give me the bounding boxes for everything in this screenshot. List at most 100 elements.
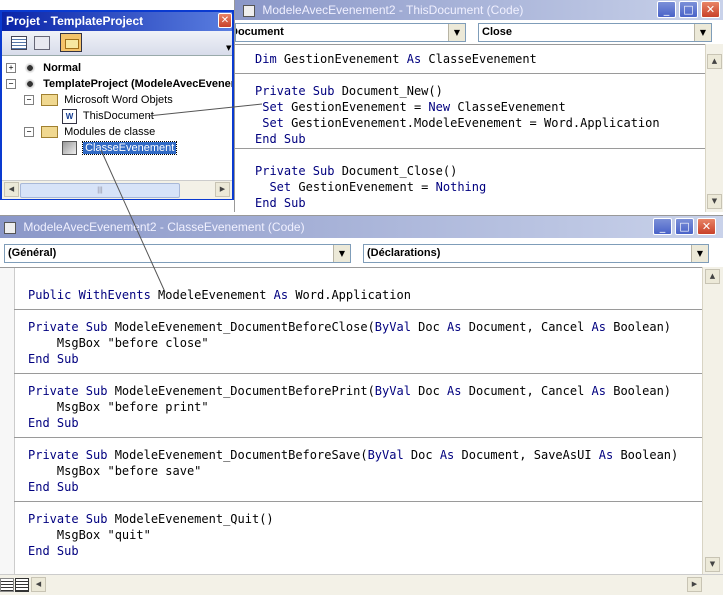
tree-item-label: Modules de classe xyxy=(64,126,156,138)
code-line: MsgBox "quit" xyxy=(28,528,151,542)
thisdocument-close-button[interactable]: ✕ xyxy=(701,1,720,18)
project-explorer-titlebar[interactable]: Projet - TemplateProject xyxy=(2,12,232,31)
folder-icon xyxy=(41,94,59,107)
code-line: End Sub xyxy=(28,416,79,430)
classe-maximize-button[interactable]: □ xyxy=(675,218,694,235)
thisdocument-object-combo-value: Document xyxy=(235,26,284,38)
toggle-folders-icon[interactable] xyxy=(60,33,82,52)
code-line: Set GestionEvenement.ModeleEvenement = W… xyxy=(262,116,660,130)
collapse-icon[interactable]: − xyxy=(24,127,34,138)
code-line: Private Sub Document_Close() xyxy=(255,164,458,178)
scroll-right-icon[interactable]: ▶ xyxy=(215,182,230,197)
classe-object-combo[interactable]: (Général) ▼ xyxy=(4,244,351,263)
tree-item-label: ThisDocument xyxy=(82,110,154,122)
horizontal-scrollbar-track[interactable] xyxy=(47,577,686,592)
code-line: Set GestionEvenement = New ClasseEveneme… xyxy=(262,100,566,114)
tree-item-class-modules[interactable]: − Modules de classe xyxy=(24,124,155,140)
classe-minimize-button[interactable]: _ xyxy=(653,218,672,235)
scroll-up-icon[interactable]: ▲ xyxy=(705,269,720,284)
tree-item-classeevenement[interactable]: ClasseEvenement xyxy=(62,140,178,156)
classe-procedure-combo[interactable]: (Déclarations) ▼ xyxy=(363,244,709,263)
chevron-down-icon[interactable]: ▼ xyxy=(333,245,350,262)
thisdocument-object-combo[interactable]: Document ▼ xyxy=(235,23,466,42)
project-icon xyxy=(23,78,38,91)
tree-item-thisdocument[interactable]: W ThisDocument xyxy=(62,108,154,124)
code-line: Dim GestionEvenement As ClasseEvenement xyxy=(255,52,537,66)
collapse-icon[interactable]: − xyxy=(24,95,34,106)
project-explorer-close-button[interactable]: ✕ xyxy=(218,13,232,28)
classe-window-icon xyxy=(4,221,16,234)
code-line: Private Sub ModeleEvenement_DocumentBefo… xyxy=(28,448,679,462)
tree-item-templateproject[interactable]: − TemplateProject (ModeleAvecEvenement2) xyxy=(6,76,232,92)
word-document-icon: W xyxy=(62,108,77,124)
project-explorer-title: Projet - TemplateProject xyxy=(6,14,144,28)
project-explorer-window: Projet - TemplateProject ✕ ▼ + Normal − … xyxy=(0,10,234,200)
classe-vertical-scrollbar[interactable]: ▲ ▼ xyxy=(702,267,723,574)
classe-bottom-bar: ◀ ▶ xyxy=(0,574,723,595)
thisdocument-code-window: ModeleAvecEvenement2 - ThisDocument (Cod… xyxy=(234,0,723,212)
thisdocument-maximize-button[interactable]: □ xyxy=(679,1,698,18)
chevron-down-icon[interactable]: ▼ xyxy=(694,24,711,41)
thisdocument-code-area[interactable]: Dim GestionEvenement As ClasseEvenement … xyxy=(235,44,705,213)
procedure-separator xyxy=(14,437,702,438)
code-line: Private Sub Document_New() xyxy=(255,84,443,98)
code-line: End Sub xyxy=(28,352,79,366)
collapse-icon[interactable]: − xyxy=(6,79,16,90)
project-explorer-toolbar: ▼ xyxy=(2,31,232,56)
view-object-icon[interactable] xyxy=(34,36,50,50)
tree-item-label: TemplateProject (ModeleAvecEvenement2) xyxy=(43,78,232,90)
classe-close-button[interactable]: ✕ xyxy=(697,218,716,235)
code-line: End Sub xyxy=(28,480,79,494)
procedure-separator xyxy=(14,309,702,310)
procedure-separator xyxy=(235,148,705,149)
classe-code-area[interactable]: Public WithEvents ModeleEvenement As Wor… xyxy=(0,267,702,575)
classe-object-combo-value: (Général) xyxy=(8,247,57,259)
procedure-separator xyxy=(14,501,702,502)
expand-icon[interactable]: + xyxy=(6,63,16,74)
tree-item-word-objects[interactable]: − Microsoft Word Objets xyxy=(24,92,173,108)
scroll-down-icon[interactable]: ▼ xyxy=(705,557,720,572)
code-line: Private Sub ModeleEvenement_Quit() xyxy=(28,512,274,526)
code-line: Public WithEvents ModeleEvenement As Wor… xyxy=(28,288,411,302)
toolbar-overflow-icon[interactable]: ▼ xyxy=(226,44,231,52)
scroll-left-icon[interactable]: ◀ xyxy=(31,577,46,592)
classe-code-window: ModeleAvecEvenement2 - ClasseEvenement (… xyxy=(0,215,723,595)
procedure-view-icon[interactable] xyxy=(0,578,14,592)
code-line: End Sub xyxy=(255,196,306,210)
code-line: MsgBox "before save" xyxy=(28,464,202,478)
project-tree: + Normal − TemplateProject (ModeleAvecEv… xyxy=(2,56,232,180)
thisdocument-vertical-scrollbar[interactable]: ▲ ▼ xyxy=(705,44,723,212)
tree-item-label: Normal xyxy=(43,62,82,74)
thisdocument-titlebar[interactable]: ModeleAvecEvenement2 - ThisDocument (Cod… xyxy=(235,0,723,20)
scrollbar-track[interactable] xyxy=(705,287,720,555)
thisdocument-window-icon xyxy=(243,4,255,17)
chevron-down-icon[interactable]: ▼ xyxy=(448,24,465,41)
code-line: End Sub xyxy=(255,132,306,146)
scroll-up-icon[interactable]: ▲ xyxy=(707,54,722,69)
project-horizontal-scrollbar[interactable]: ◀ ||| ▶ xyxy=(2,180,232,199)
procedure-separator xyxy=(235,73,705,74)
tree-item-label: ClasseEvenement xyxy=(82,141,178,155)
view-code-icon[interactable] xyxy=(11,36,27,50)
tree-item-normal[interactable]: + Normal xyxy=(6,60,81,76)
classe-procedure-combo-value: (Déclarations) xyxy=(367,247,441,259)
scroll-left-icon[interactable]: ◀ xyxy=(4,182,19,197)
code-line: End Sub xyxy=(28,544,79,558)
thisdocument-title: ModeleAvecEvenement2 - ThisDocument (Cod… xyxy=(262,3,524,17)
code-margin-bar xyxy=(0,268,15,575)
scrollbar-thumb[interactable]: ||| xyxy=(20,183,180,198)
folder-icon xyxy=(41,126,59,139)
scroll-down-icon[interactable]: ▼ xyxy=(707,194,722,209)
chevron-down-icon[interactable]: ▼ xyxy=(691,245,708,262)
thisdocument-procedure-combo[interactable]: Close ▼ xyxy=(478,23,712,42)
code-line: MsgBox "before print" xyxy=(28,400,209,414)
full-module-view-icon[interactable] xyxy=(15,578,29,592)
code-line: Private Sub ModeleEvenement_DocumentBefo… xyxy=(28,320,672,334)
thisdocument-minimize-button[interactable]: _ xyxy=(657,1,676,18)
scroll-right-icon[interactable]: ▶ xyxy=(687,577,702,592)
classe-title: ModeleAvecEvenement2 - ClasseEvenement (… xyxy=(23,220,305,234)
classe-titlebar[interactable]: ModeleAvecEvenement2 - ClasseEvenement (… xyxy=(0,216,723,238)
class-module-icon xyxy=(62,141,77,156)
code-line: MsgBox "before close" xyxy=(28,336,209,350)
code-line: Private Sub ModeleEvenement_DocumentBefo… xyxy=(28,384,672,398)
